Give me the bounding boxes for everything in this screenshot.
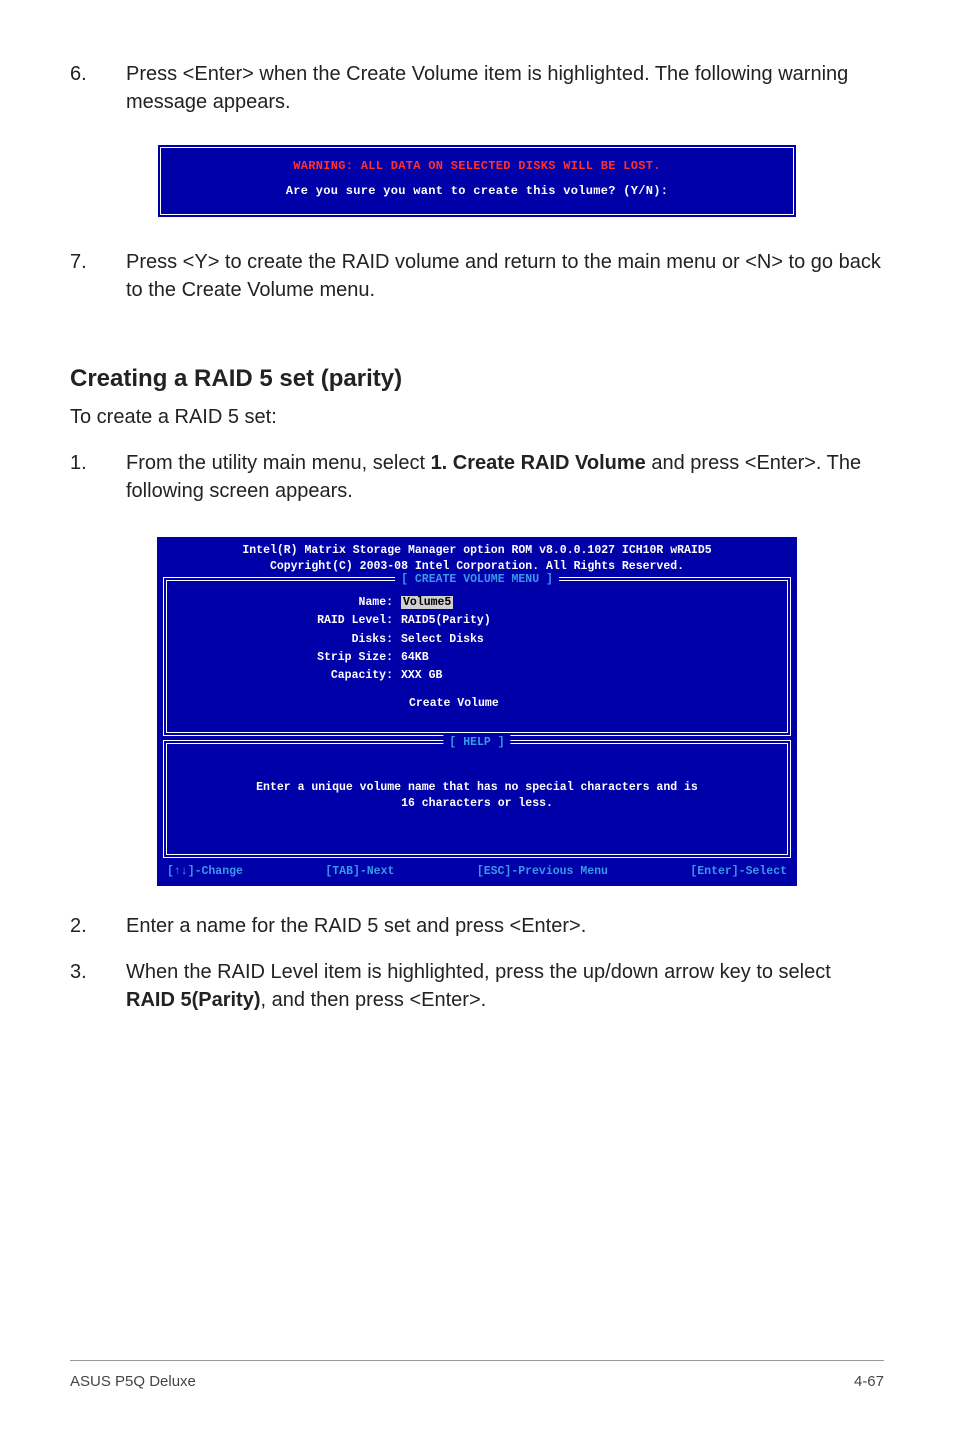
field-capacity: Capacity: XXX GB <box>181 668 773 684</box>
key-hint-bar: [↑↓]-Change [TAB]-Next [ESC]-Previous Me… <box>157 862 797 886</box>
bios-warning-dialog: WARNING: ALL DATA ON SELECTED DISKS WILL… <box>157 144 797 218</box>
hint-prev: [ESC]-Previous Menu <box>477 864 608 880</box>
field-raid-level: RAID Level: RAID5(Parity) <box>181 613 773 629</box>
utility-title-line1: Intel(R) Matrix Storage Manager option R… <box>161 543 793 559</box>
field-label: Name: <box>181 595 401 611</box>
step-number: 7. <box>70 248 126 304</box>
step-6: 6. Press <Enter> when the Create Volume … <box>70 60 884 116</box>
create-volume-panel: [ CREATE VOLUME MENU ] Name: Volume5 RAI… <box>163 577 791 736</box>
help-line1: Enter a unique volume name that has no s… <box>256 781 698 794</box>
field-label: Strip Size: <box>181 650 401 666</box>
step-text-pre: When the RAID Level item is highlighted,… <box>126 961 831 983</box>
field-value: RAID5(Parity) <box>401 613 773 629</box>
step-text-post: , and then press <Enter>. <box>260 989 486 1011</box>
field-value: Select Disks <box>401 632 773 648</box>
step-text: When the RAID Level item is highlighted,… <box>126 958 884 1014</box>
field-disks: Disks: Select Disks <box>181 632 773 648</box>
step-text: From the utility main menu, select 1. Cr… <box>126 449 884 505</box>
help-text: Enter a unique volume name that has no s… <box>181 758 773 834</box>
field-strip-size: Strip Size: 64KB <box>181 650 773 666</box>
step-text: Enter a name for the RAID 5 set and pres… <box>126 912 884 940</box>
warning-line: WARNING: ALL DATA ON SELECTED DISKS WILL… <box>177 158 777 175</box>
step-number: 1. <box>70 449 126 505</box>
hint-change: [↑↓]-Change <box>167 864 243 880</box>
field-value: XXX GB <box>401 668 773 684</box>
step-text: Press <Enter> when the Create Volume ite… <box>126 60 884 116</box>
panel-title: [ HELP ] <box>443 735 510 751</box>
footer-right: 4-67 <box>854 1371 884 1392</box>
section-lead: To create a RAID 5 set: <box>70 403 884 431</box>
step-number: 3. <box>70 958 126 1014</box>
help-panel: [ HELP ] Enter a unique volume name that… <box>163 740 791 858</box>
step-number: 2. <box>70 912 126 940</box>
step-text: Press <Y> to create the RAID volume and … <box>126 248 884 304</box>
step-7: 7. Press <Y> to create the RAID volume a… <box>70 248 884 304</box>
help-line2: 16 characters or less. <box>401 797 553 810</box>
name-input-highlight[interactable]: Volume5 <box>401 596 453 609</box>
field-label: RAID Level: <box>181 613 401 629</box>
field-value: 64KB <box>401 650 773 666</box>
step-3: 3. When the RAID Level item is highlight… <box>70 958 884 1014</box>
panel-title: [ CREATE VOLUME MENU ] <box>395 572 559 588</box>
utility-titlebar: Intel(R) Matrix Storage Manager option R… <box>157 537 797 577</box>
create-volume-action[interactable]: Create Volume <box>181 696 773 712</box>
step-2: 2. Enter a name for the RAID 5 set and p… <box>70 912 884 940</box>
page-footer: ASUS P5Q Deluxe 4-67 <box>70 1360 884 1392</box>
step-text-bold: 1. Create RAID Volume <box>431 452 646 474</box>
step-number: 6. <box>70 60 126 116</box>
hint-next: [TAB]-Next <box>325 864 394 880</box>
section-heading: Creating a RAID 5 set (parity) <box>70 362 884 396</box>
field-value: Volume5 <box>401 595 773 611</box>
hint-select: [Enter]-Select <box>690 864 787 880</box>
step-text-bold: RAID 5(Parity) <box>126 989 260 1011</box>
field-label: Disks: <box>181 632 401 648</box>
field-label: Capacity: <box>181 668 401 684</box>
field-name: Name: Volume5 <box>181 595 773 611</box>
confirm-prompt: Are you sure you want to create this vol… <box>286 184 669 198</box>
step-1: 1. From the utility main menu, select 1.… <box>70 449 884 505</box>
step-text-pre: From the utility main menu, select <box>126 452 431 474</box>
bios-utility-screen: Intel(R) Matrix Storage Manager option R… <box>157 537 797 886</box>
footer-left: ASUS P5Q Deluxe <box>70 1371 196 1392</box>
